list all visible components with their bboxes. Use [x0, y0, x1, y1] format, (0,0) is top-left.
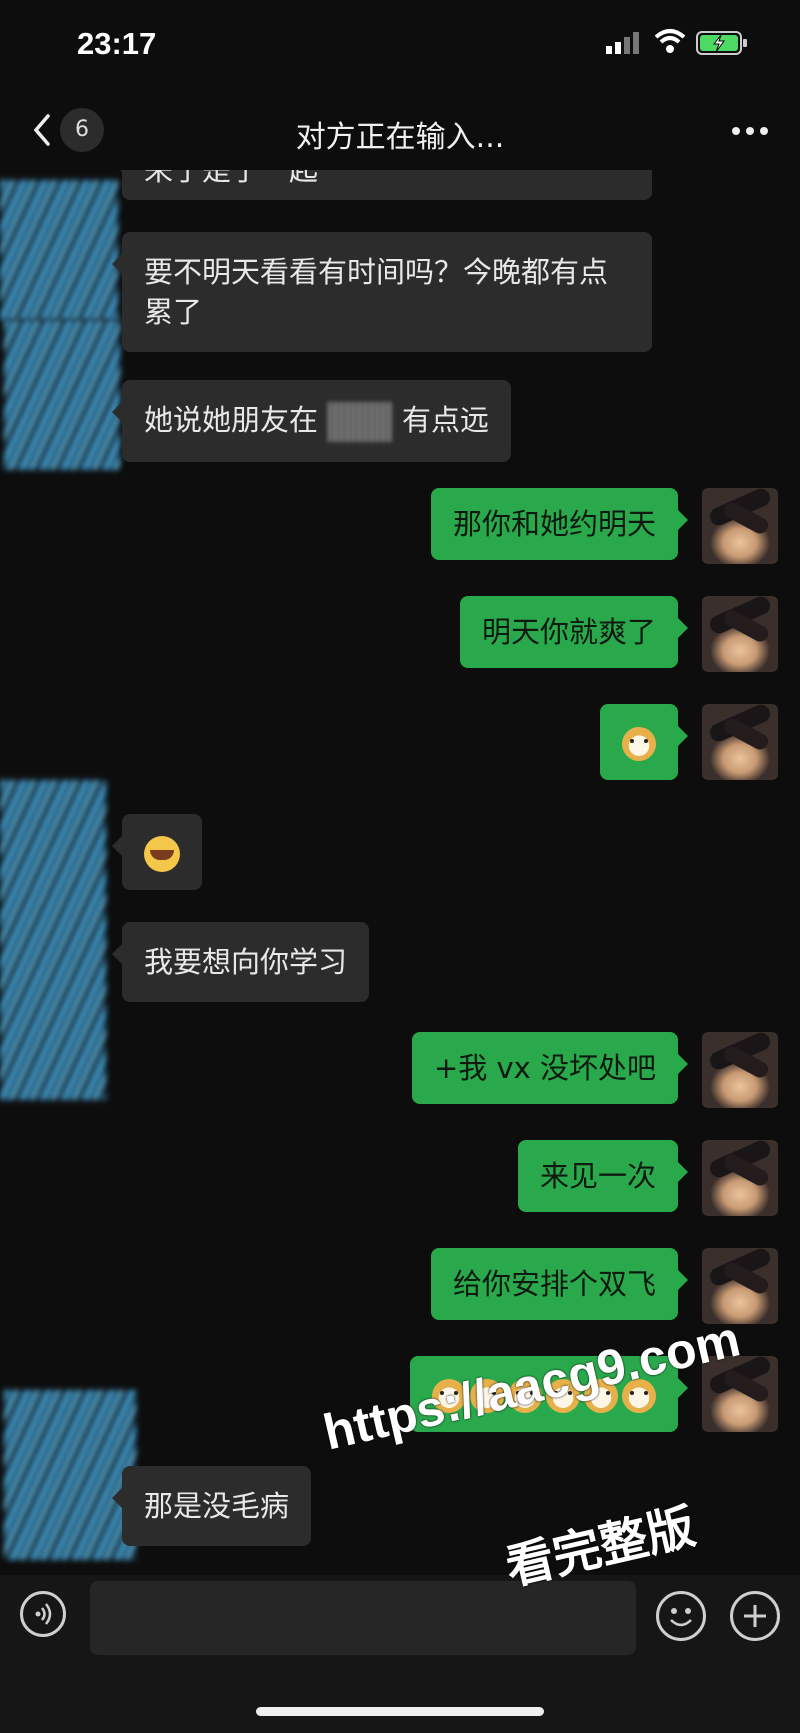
message-text: +我 vx 没坏处吧 — [433, 1051, 656, 1085]
plus-icon[interactable] — [730, 1591, 780, 1641]
home-indicator[interactable] — [256, 1707, 544, 1716]
outgoing-message[interactable]: 来见一次 — [517, 1140, 689, 1212]
message-input[interactable] — [90, 1581, 636, 1655]
outgoing-message[interactable]: +我 vx 没坏处吧 — [411, 1032, 689, 1104]
doge-emoji-icon — [622, 727, 656, 761]
avatar — [4, 320, 120, 470]
outgoing-message[interactable] — [600, 704, 688, 780]
signal-icon — [606, 32, 639, 54]
redacted-text — [328, 402, 393, 442]
incoming-message[interactable]: 那是没毛病 — [111, 1466, 312, 1546]
avatar — [0, 780, 106, 1100]
avatar[interactable] — [702, 1140, 778, 1216]
emoji-icon[interactable] — [656, 1591, 706, 1641]
message-text: 来见一次 — [539, 1159, 656, 1193]
back-icon[interactable] — [28, 110, 58, 150]
avatar[interactable] — [702, 704, 778, 780]
cry-laugh-emoji-icon — [144, 836, 180, 872]
message-text: 有点远 — [402, 403, 490, 437]
outgoing-message[interactable]: 明天你就爽了 — [459, 596, 689, 668]
wifi-icon — [654, 29, 686, 53]
message-text: 要不明天看看有时间吗？今晚都有点累了 — [144, 255, 609, 329]
outgoing-message[interactable]: 给你安排个双飞 — [430, 1248, 689, 1320]
incoming-message[interactable]: 要不明天看看有时间吗？今晚都有点累了 — [112, 232, 652, 352]
incoming-message[interactable]: 来了是了一起 — [112, 170, 652, 200]
voice-icon[interactable] — [20, 1591, 66, 1637]
incoming-message[interactable]: 我要想向你学习 — [111, 922, 370, 1002]
incoming-message[interactable]: 她说她朋友在 有点远 — [111, 380, 512, 462]
unread-badge[interactable]: 6 — [60, 108, 104, 152]
outgoing-message[interactable]: 那你和她约明天 — [430, 488, 689, 560]
more-icon[interactable] — [728, 116, 772, 146]
message-text: 那你和她约明天 — [452, 507, 656, 541]
message-text: 她说她朋友在 — [144, 403, 319, 437]
battery-icon — [696, 31, 747, 55]
avatar[interactable] — [702, 596, 778, 672]
chat-header: 6 对方正在输入... — [0, 90, 800, 170]
status-bar: 23:17 — [0, 0, 800, 90]
message-text: 我要想向你学习 — [144, 945, 348, 979]
incoming-message[interactable] — [112, 814, 202, 890]
message-text: 来了是了一起 — [144, 170, 319, 187]
avatar[interactable] — [702, 488, 778, 564]
chat-title: 对方正在输入... — [295, 120, 505, 155]
message-text: 那是没毛病 — [144, 1489, 290, 1523]
input-bar — [0, 1575, 800, 1733]
status-time: 23:17 — [77, 26, 157, 61]
avatar — [0, 180, 118, 320]
avatar — [4, 1390, 136, 1560]
message-text: 明天你就爽了 — [481, 615, 656, 649]
avatar[interactable] — [702, 1032, 778, 1108]
message-text: 给你安排个双飞 — [452, 1267, 656, 1301]
